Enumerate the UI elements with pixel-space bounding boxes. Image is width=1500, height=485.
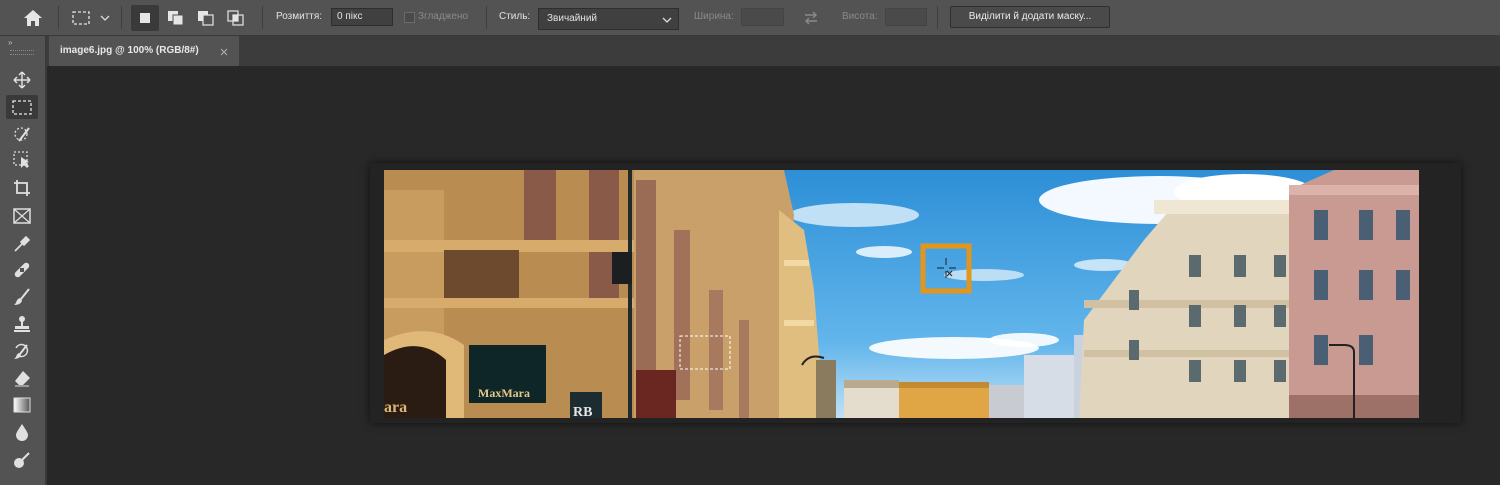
subtract-selection-button[interactable] [192, 5, 220, 31]
feather-input[interactable]: 0 пікс [331, 8, 393, 26]
document-tab-bar: image6.jpg @ 100% (RGB/8#) [47, 36, 1500, 67]
ara-sign: ara [384, 399, 407, 416]
rb-sign: RB [573, 405, 592, 418]
brush-tool[interactable] [6, 285, 38, 309]
stamp-icon [14, 316, 30, 332]
history-brush-tool[interactable] [6, 339, 38, 363]
move-tool[interactable] [6, 68, 38, 92]
drop-icon [16, 424, 28, 441]
eraser-tool[interactable] [6, 366, 38, 390]
intersect-selection-button[interactable] [222, 5, 250, 31]
panel-grip[interactable] [10, 50, 34, 55]
healing-brush-tool[interactable] [6, 258, 38, 282]
width-label: Ширина: [694, 11, 734, 22]
height-input[interactable] [885, 8, 927, 26]
feather-label: Розмиття: [276, 11, 323, 22]
gradient-icon [13, 397, 31, 413]
add-to-selection-button[interactable] [162, 5, 190, 31]
object-selection-tool[interactable] [6, 148, 38, 172]
add-selection-icon [168, 11, 184, 26]
collapse-panel-icon[interactable]: » [8, 38, 12, 47]
antialias-label: Згладжено [418, 11, 469, 22]
preset-dropdown[interactable] [98, 11, 112, 25]
swap-dimensions-button[interactable] [800, 8, 822, 28]
swap-arrows-icon [805, 11, 817, 25]
dodge-tool[interactable] [6, 448, 38, 472]
crop-tool[interactable] [6, 176, 38, 200]
clone-stamp-tool[interactable] [6, 312, 38, 336]
eyedropper-tool[interactable] [6, 232, 38, 256]
quick-selection-icon [14, 127, 30, 142]
history-brush-icon [14, 343, 29, 359]
eyedropper-icon [14, 235, 31, 252]
blur-tool[interactable] [6, 420, 38, 444]
options-bar: Розмиття: 0 пікс Згладжено Стиль: Звичай… [0, 0, 1500, 36]
style-label: Стиль: [499, 11, 531, 22]
rect-marquee-icon [12, 99, 32, 115]
quick-selection-tool[interactable] [6, 122, 38, 146]
frame-tool[interactable] [6, 204, 38, 228]
brush-icon [14, 288, 30, 305]
rect-marquee-icon [72, 11, 90, 25]
style-select-value: Звичайний [547, 13, 597, 24]
antialias-checkbox[interactable] [404, 12, 415, 23]
home-icon [24, 10, 42, 26]
object-selection-icon [13, 151, 29, 168]
tool-preset-picker[interactable] [68, 7, 94, 29]
document-tab[interactable]: image6.jpg @ 100% (RGB/8#) [49, 36, 239, 66]
style-select[interactable]: Звичайний [538, 8, 679, 30]
height-label: Висота: [842, 11, 878, 22]
chevron-down-icon [662, 17, 672, 23]
eraser-icon [15, 371, 30, 387]
highlight-box [920, 243, 972, 294]
document-tab-title: image6.jpg @ 100% (RGB/8#) [60, 45, 199, 56]
select-and-mask-button[interactable]: Виділити й додати маску... [950, 6, 1110, 28]
gradient-tool[interactable] [6, 393, 38, 417]
home-button[interactable] [18, 5, 48, 31]
street-photo: MaxMara ara RB [384, 170, 1419, 418]
tools-panel: » [0, 36, 47, 485]
marquee-tool[interactable] [6, 95, 38, 119]
subtract-selection-icon [198, 11, 214, 26]
new-selection-button[interactable] [131, 5, 159, 31]
bandage-icon [14, 262, 30, 278]
chevron-down-icon [100, 15, 110, 21]
close-icon[interactable] [220, 48, 228, 56]
intersect-selection-icon [227, 10, 244, 26]
dodge-icon [14, 452, 30, 468]
crop-icon [14, 180, 30, 196]
new-selection-icon [140, 13, 150, 23]
maxmara-sign: MaxMara [478, 386, 530, 400]
move-icon [13, 71, 31, 89]
frame-icon [13, 208, 31, 224]
document-image[interactable]: MaxMara ara RB [384, 170, 1419, 418]
width-input[interactable] [741, 8, 784, 26]
